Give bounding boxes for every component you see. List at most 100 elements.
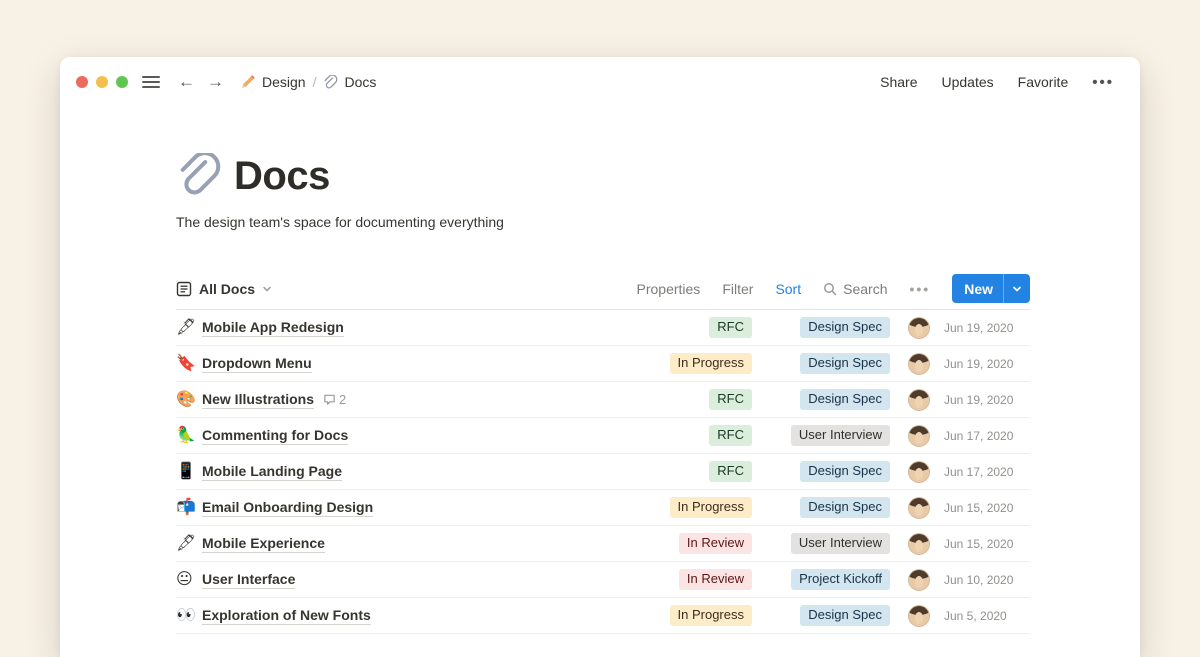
type-cell[interactable]: Design Spec [768, 353, 890, 374]
breadcrumb-separator: / [313, 74, 317, 90]
view-selector[interactable]: All Docs [176, 281, 272, 297]
date-cell: Jun 19, 2020 [944, 321, 1030, 335]
eyes-icon: 👀 [176, 608, 202, 624]
doc-title-link[interactable]: User Interface [202, 571, 295, 589]
status-badge: RFC [709, 317, 752, 338]
type-cell[interactable]: User Interview [768, 425, 890, 446]
share-button[interactable]: Share [880, 74, 917, 90]
doc-title-link[interactable]: Email Onboarding Design [202, 499, 373, 517]
status-cell[interactable]: In Review [620, 569, 752, 590]
avatar [908, 461, 930, 483]
new-button[interactable]: New [952, 274, 1030, 303]
doc-title-link[interactable]: Dropdown Menu [202, 355, 312, 373]
status-badge: In Review [679, 533, 752, 554]
favorite-button[interactable]: Favorite [1018, 74, 1069, 90]
neutral-face-icon: 😐 [176, 572, 202, 588]
type-cell[interactable]: Design Spec [768, 461, 890, 482]
table-row[interactable]: 🖋 Mobile Experience In Review User Inter… [176, 526, 1030, 562]
breadcrumb: Design / Docs [240, 74, 376, 90]
more-options-icon[interactable]: ••• [1092, 74, 1114, 91]
close-window-button[interactable] [76, 76, 88, 88]
docs-table-body: 🖋 Mobile App Redesign RFC Design Spec Ju… [176, 310, 1030, 634]
paperclip-icon [323, 75, 338, 90]
status-cell[interactable]: In Review [620, 533, 752, 554]
type-cell[interactable]: Design Spec [768, 317, 890, 338]
date-cell: Jun 15, 2020 [944, 537, 1030, 551]
table-row[interactable]: 👀 Exploration of New Fonts In Progress D… [176, 598, 1030, 634]
type-badge: Design Spec [800, 317, 890, 338]
status-cell[interactable]: In Progress [620, 353, 752, 374]
table-row[interactable]: 🔖 Dropdown Menu In Progress Design Spec … [176, 346, 1030, 382]
docs-view-icon [176, 281, 192, 297]
page-title: Docs [234, 154, 330, 199]
search-label: Search [843, 281, 887, 297]
search-button[interactable]: Search [823, 281, 887, 297]
avatar [908, 317, 930, 339]
table-row[interactable]: 📱 Mobile Landing Page RFC Design Spec Ju… [176, 454, 1030, 490]
type-badge: Design Spec [800, 353, 890, 374]
doc-title-link[interactable]: Exploration of New Fonts [202, 607, 371, 625]
doc-title-link[interactable]: Mobile App Redesign [202, 319, 344, 337]
table-row[interactable]: 🖋 Mobile App Redesign RFC Design Spec Ju… [176, 310, 1030, 346]
type-badge: Design Spec [800, 497, 890, 518]
parrot-icon: 🦜 [176, 428, 202, 444]
breadcrumb-item-docs[interactable]: Docs [323, 74, 376, 90]
status-cell[interactable]: In Progress [620, 497, 752, 518]
avatar [908, 353, 930, 375]
table-row[interactable]: 🎨 New Illustrations 2 RFC Design Spec Ju… [176, 382, 1030, 418]
palette-icon: 🎨 [176, 392, 202, 408]
status-badge: In Progress [670, 497, 752, 518]
status-cell[interactable]: RFC [620, 389, 752, 410]
type-cell[interactable]: User Interview [768, 533, 890, 554]
updates-button[interactable]: Updates [942, 74, 994, 90]
doc-title-link[interactable]: Commenting for Docs [202, 427, 348, 445]
avatar [908, 497, 930, 519]
pen-icon: 🖋 [176, 536, 202, 552]
view-toolbar: All Docs Properties Filter Sort Search •… [176, 268, 1030, 310]
doc-title-link[interactable]: New Illustrations [202, 391, 314, 409]
status-badge: RFC [709, 425, 752, 446]
avatar [908, 425, 930, 447]
date-cell: Jun 10, 2020 [944, 573, 1030, 587]
forward-button[interactable]: → [207, 72, 224, 92]
avatar [908, 533, 930, 555]
status-badge: In Progress [670, 605, 752, 626]
sort-button[interactable]: Sort [775, 281, 801, 297]
maximize-window-button[interactable] [116, 76, 128, 88]
type-cell[interactable]: Design Spec [768, 497, 890, 518]
doc-title-link[interactable]: Mobile Experience [202, 535, 325, 553]
mailbox-icon: 📬 [176, 500, 202, 516]
pencil-icon [240, 74, 256, 90]
new-button-chevron-icon[interactable] [1004, 274, 1030, 303]
page-subtitle: The design team's space for documenting … [176, 214, 1030, 230]
breadcrumb-label: Docs [344, 74, 376, 90]
table-row[interactable]: 😐 User Interface In Review Project Kicko… [176, 562, 1030, 598]
type-cell[interactable]: Design Spec [768, 605, 890, 626]
minimize-window-button[interactable] [96, 76, 108, 88]
new-button-label: New [952, 274, 1003, 303]
avatar [908, 605, 930, 627]
page-paperclip-icon [176, 153, 222, 199]
breadcrumb-item-design[interactable]: Design [240, 74, 306, 90]
avatar [908, 389, 930, 411]
doc-title-link[interactable]: Mobile Landing Page [202, 463, 342, 481]
bookmark-icon: 🔖 [176, 356, 202, 372]
type-badge: Design Spec [800, 605, 890, 626]
type-cell[interactable]: Project Kickoff [768, 569, 890, 590]
status-cell[interactable]: RFC [620, 317, 752, 338]
type-badge: User Interview [791, 533, 890, 554]
status-cell[interactable]: RFC [620, 425, 752, 446]
date-cell: Jun 15, 2020 [944, 501, 1030, 515]
properties-button[interactable]: Properties [637, 281, 701, 297]
status-cell[interactable]: In Progress [620, 605, 752, 626]
toolbar-more-icon[interactable]: ••• [909, 281, 930, 297]
status-cell[interactable]: RFC [620, 461, 752, 482]
status-badge: RFC [709, 461, 752, 482]
search-icon [823, 282, 837, 296]
back-button[interactable]: ← [178, 72, 195, 92]
filter-button[interactable]: Filter [722, 281, 753, 297]
type-cell[interactable]: Design Spec [768, 389, 890, 410]
table-row[interactable]: 📬 Email Onboarding Design In Progress De… [176, 490, 1030, 526]
sidebar-menu-icon[interactable] [142, 76, 160, 88]
table-row[interactable]: 🦜 Commenting for Docs RFC User Interview… [176, 418, 1030, 454]
